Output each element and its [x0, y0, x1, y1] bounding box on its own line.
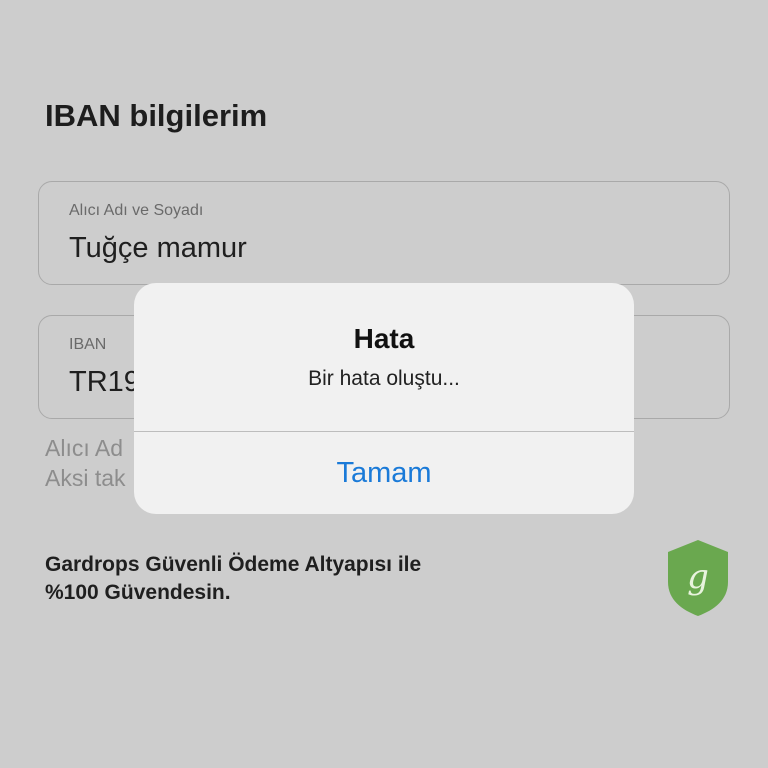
alert-message: Bir hata oluştu... — [308, 367, 460, 390]
ok-button[interactable]: Tamam — [134, 432, 634, 514]
error-alert: Hata Bir hata oluştu... Tamam — [134, 283, 634, 514]
alert-title: Hata — [353, 323, 415, 354]
iban-screen: IBAN bilgilerim Alıcı Adı ve Soyadı Tuğç… — [0, 0, 768, 768]
